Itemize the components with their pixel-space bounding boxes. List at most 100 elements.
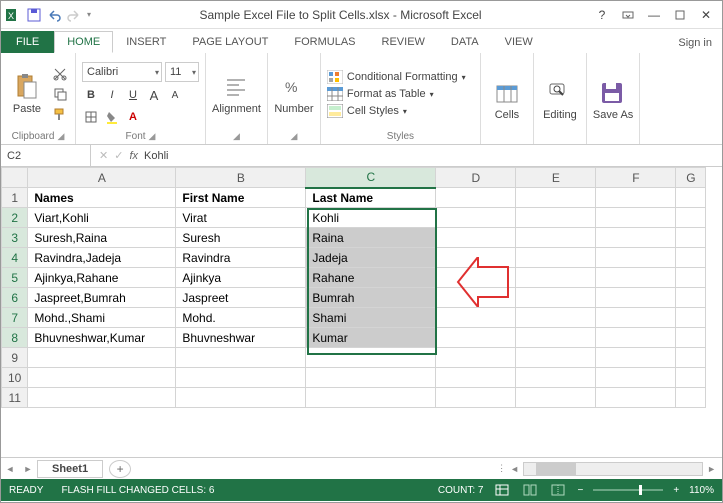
cell[interactable]: First Name — [176, 188, 306, 208]
cell[interactable] — [516, 228, 596, 248]
redo-icon[interactable] — [67, 8, 81, 22]
cell[interactable] — [436, 228, 516, 248]
col-header[interactable]: C — [306, 168, 436, 188]
dialog-launcher-icon[interactable]: ◢ — [57, 131, 64, 142]
row-header[interactable]: 6 — [2, 288, 28, 308]
fx-icon[interactable]: fx — [129, 150, 138, 162]
decrease-font-icon[interactable]: A — [166, 86, 184, 104]
cell[interactable] — [596, 248, 676, 268]
cell[interactable] — [676, 248, 706, 268]
fill-color-icon[interactable] — [103, 108, 121, 126]
scroll-thumb[interactable] — [536, 463, 576, 475]
zoom-in-button[interactable]: + — [673, 485, 679, 496]
row-header[interactable]: 5 — [2, 268, 28, 288]
tab-formulas[interactable]: FORMULAS — [281, 31, 368, 53]
cell[interactable] — [596, 348, 676, 368]
scroll-right-icon[interactable]: ► — [707, 464, 716, 474]
cell[interactable]: Suresh,Raina — [28, 228, 176, 248]
cell[interactable] — [436, 288, 516, 308]
cell[interactable] — [28, 368, 176, 388]
cell[interactable] — [516, 368, 596, 388]
cell[interactable]: Ajinkya,Rahane — [28, 268, 176, 288]
cell[interactable] — [306, 348, 436, 368]
row-header[interactable]: 1 — [2, 188, 28, 208]
row-header[interactable]: 2 — [2, 208, 28, 228]
col-header[interactable]: D — [436, 168, 516, 188]
borders-icon[interactable] — [82, 108, 100, 126]
format-as-table-button[interactable]: Format as Table▾ — [327, 87, 466, 101]
col-header[interactable]: F — [596, 168, 676, 188]
dialog-launcher-icon[interactable]: ◢ — [149, 131, 156, 142]
cell[interactable] — [436, 188, 516, 208]
zoom-level[interactable]: 110% — [689, 485, 714, 496]
cell[interactable]: Suresh — [176, 228, 306, 248]
cell[interactable]: Virat — [176, 208, 306, 228]
scroll-left-icon[interactable]: ◄ — [510, 464, 519, 474]
cell[interactable] — [596, 228, 676, 248]
cell[interactable] — [28, 388, 176, 408]
cell[interactable] — [516, 288, 596, 308]
cell[interactable] — [516, 388, 596, 408]
tab-file[interactable]: FILE — [1, 31, 54, 53]
cell[interactable] — [676, 288, 706, 308]
row-header[interactable]: 3 — [2, 228, 28, 248]
row-header[interactable]: 8 — [2, 328, 28, 348]
view-normal-icon[interactable] — [493, 483, 511, 497]
view-layout-icon[interactable] — [521, 483, 539, 497]
number-button[interactable]: % Number — [274, 73, 314, 115]
tab-page-layout[interactable]: PAGE LAYOUT — [179, 31, 281, 53]
cell[interactable] — [176, 388, 306, 408]
cell[interactable]: Kohli — [306, 208, 436, 228]
row-header[interactable]: 9 — [2, 348, 28, 368]
cell[interactable] — [596, 188, 676, 208]
tab-review[interactable]: REVIEW — [369, 31, 438, 53]
ribbon-options-icon[interactable] — [616, 6, 640, 24]
cell[interactable] — [516, 208, 596, 228]
font-size-combo[interactable]: 11 — [165, 62, 199, 82]
cell[interactable] — [676, 368, 706, 388]
cell-styles-button[interactable]: Cell Styles▾ — [327, 104, 466, 118]
cell[interactable] — [436, 308, 516, 328]
col-header[interactable]: G — [676, 168, 706, 188]
cell[interactable] — [436, 268, 516, 288]
cell[interactable]: Jaspreet,Bumrah — [28, 288, 176, 308]
cell[interactable]: Jaspreet — [176, 288, 306, 308]
cell[interactable] — [436, 248, 516, 268]
cell[interactable]: Names — [28, 188, 176, 208]
zoom-slider[interactable] — [593, 489, 663, 491]
cell[interactable]: Shami — [306, 308, 436, 328]
font-name-combo[interactable]: Calibri — [82, 62, 162, 82]
sheet-nav-next-icon[interactable]: ► — [19, 464, 37, 474]
minimize-icon[interactable]: — — [642, 6, 666, 24]
cell[interactable] — [676, 208, 706, 228]
cell[interactable]: Rahane — [306, 268, 436, 288]
cell[interactable] — [516, 188, 596, 208]
cell[interactable] — [676, 308, 706, 328]
sheet-nav-prev-icon[interactable]: ◄ — [1, 464, 19, 474]
cell[interactable] — [516, 308, 596, 328]
cell[interactable]: Ravindra — [176, 248, 306, 268]
formula-input[interactable]: Kohli — [144, 150, 714, 162]
undo-icon[interactable] — [47, 8, 61, 22]
italic-button[interactable]: I — [103, 86, 121, 104]
cell[interactable] — [516, 348, 596, 368]
cell[interactable] — [176, 348, 306, 368]
cell[interactable] — [676, 388, 706, 408]
cell[interactable]: Ravindra,Jadeja — [28, 248, 176, 268]
col-header[interactable]: B — [176, 168, 306, 188]
zoom-thumb[interactable] — [639, 485, 642, 495]
name-box[interactable]: C2 — [1, 145, 91, 166]
cells-button[interactable]: Cells — [487, 79, 527, 121]
cell[interactable] — [596, 328, 676, 348]
cell[interactable]: Bumrah — [306, 288, 436, 308]
cell[interactable] — [306, 388, 436, 408]
copy-icon[interactable] — [51, 85, 69, 103]
cell[interactable] — [516, 248, 596, 268]
zoom-out-button[interactable]: − — [577, 485, 583, 496]
alignment-button[interactable]: Alignment — [212, 73, 261, 115]
close-icon[interactable]: ✕ — [694, 6, 718, 24]
cell[interactable] — [436, 328, 516, 348]
conditional-formatting-button[interactable]: Conditional Formatting▾ — [327, 70, 466, 84]
cell[interactable] — [306, 368, 436, 388]
cell[interactable]: Bhuvneshwar — [176, 328, 306, 348]
